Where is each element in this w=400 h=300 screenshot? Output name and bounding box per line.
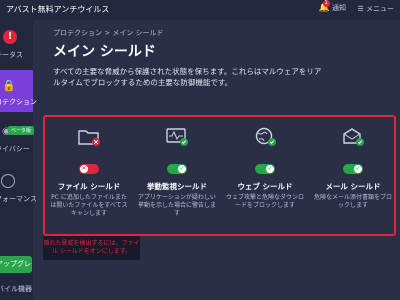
shield-card-file[interactable]: ✕ ファイル シールド PC に追加したファイルまたは開いたファイルをすべてスキ… (45, 117, 133, 234)
shield-card-behavior[interactable]: ✓ 挙動監視シールド アプリケーションが疑わしい挙動を示した場合に警告します (133, 117, 221, 234)
sidebar-item-label: プライバシー (0, 145, 30, 153)
notifications-button[interactable]: 🔔 1 通知 (318, 0, 346, 13)
sidebar-item-privacy[interactable]: ◉ ベータ版 プライバシー (0, 120, 35, 160)
page-description: すべての主要な脅威から保護された状態を保ちます。これらはマルウェアをリアルタイム… (53, 67, 322, 87)
shield-description: 危険なメール添付書類をブロックします (313, 194, 392, 209)
shield-description: アプリケーションが疑わしい挙動を示した場合に警告します (137, 194, 216, 217)
alert-icon: ! (3, 30, 17, 44)
bell-icon: 🔔 1 (318, 0, 330, 13)
sidebar-item-status[interactable]: ! ステータス (0, 28, 33, 73)
shield-title: 挙動監視シールド (147, 182, 207, 191)
menu-button[interactable]: ☰ メニュー (357, 4, 394, 14)
folder-icon (78, 130, 100, 146)
sidebar-item-performance[interactable]: パフォーマンス (0, 170, 37, 210)
shield-description: ウェブ攻撃と危険なダウンロードをブロックします (225, 194, 304, 209)
file-shield-tooltip: 隠れた脅威を検出するには、ファイル シールドをオンにします。 (43, 236, 140, 260)
shield-title: メール シールド (325, 182, 381, 191)
globe-icon (255, 127, 276, 146)
page-title: メイン シールド (53, 44, 156, 60)
app-title: アバスト無料アンチウイルス (6, 5, 110, 14)
sidebar-item-mobile[interactable]: モバイル機器 (0, 284, 32, 294)
shields-panel: ✕ ファイル シールド PC に追加したファイルまたは開いたファイルをすべてスキ… (43, 115, 396, 236)
sidebar: ! ステータス 🔒 プロテクション ◉ ベータ版 プライバシー パフォーマンス … (0, 20, 37, 300)
hamburger-icon: ☰ (357, 5, 364, 13)
shield-card-web[interactable]: ✓ ウェブ シールド ウェブ攻撃と危険なダウンロードをブロックします (221, 117, 309, 234)
shield-title: ファイル シールド (57, 182, 121, 191)
main-content: プロテクション > メイン シールド メイン シールド すべての主要な脅威から保… (33, 20, 400, 300)
file-shield-toggle[interactable]: ✕ (79, 164, 99, 174)
shield-title: ウェブ シールド (237, 182, 293, 191)
lock-icon: 🔒 (2, 79, 16, 92)
sidebar-item-label: ステータス (0, 51, 23, 59)
behavior-monitor-icon (166, 128, 188, 146)
sidebar-item-protection[interactable]: 🔒 プロテクション (0, 70, 37, 112)
upgrade-button[interactable]: アップグレード (0, 256, 32, 273)
breadcrumb[interactable]: プロテクション > メイン シールド (53, 28, 164, 38)
notification-badge: 1 (322, 0, 330, 7)
shield-description: PC に追加したファイルまたは開いたファイルをすべてスキャンします (50, 194, 128, 217)
shield-card-mail[interactable]: ✓ メール シールド 危険なメール添付書類をブロックします (309, 117, 397, 234)
title-bar: アバスト無料アンチウイルス 🔔 1 通知 ☰ メニュー (0, 0, 400, 20)
sidebar-item-label: パフォーマンス (0, 195, 37, 203)
mail-icon (343, 128, 364, 146)
sidebar-item-label: プロテクション (0, 98, 37, 106)
menu-label: メニュー (366, 5, 394, 13)
behavior-shield-toggle[interactable]: ✓ (167, 164, 187, 174)
mail-shield-toggle[interactable]: ✓ (343, 164, 363, 174)
notifications-label: 通知 (332, 4, 346, 12)
web-shield-toggle[interactable]: ✓ (255, 164, 275, 174)
speedometer-icon (1, 174, 15, 188)
beta-badge: ベータ版 (8, 126, 35, 135)
